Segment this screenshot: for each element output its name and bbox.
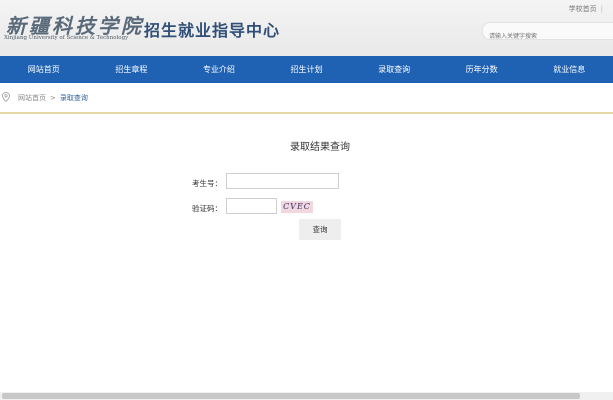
school-logo-english: Xinjiang University of Science & Technol… [4, 35, 129, 41]
main-nav: 网站首页 招生章程 专业介绍 招生计划 录取查询 历年分数 就业信息 [0, 56, 613, 83]
page-title: 录取结果查询 [290, 142, 350, 153]
search-box[interactable] [482, 22, 613, 45]
nav-item-majors[interactable]: 专业介绍 [175, 64, 263, 75]
search-input[interactable] [489, 28, 609, 45]
exam-number-label: 考生号： [192, 179, 222, 188]
breadcrumb-separator: > [50, 94, 56, 102]
scrollbar-thumb[interactable] [2, 393, 580, 399]
nav-item-admission-query[interactable]: 录取查询 [350, 64, 438, 75]
breadcrumb-current: 录取查询 [59, 94, 88, 102]
location-pin-icon [2, 92, 10, 102]
school-home-link[interactable]: 学校首页 [569, 4, 603, 14]
center-title: 招生就业指导中心 [144, 21, 281, 40]
horizontal-scrollbar[interactable] [0, 392, 613, 400]
exam-number-input[interactable] [226, 173, 339, 189]
captcha-label: 验证码： [192, 204, 222, 213]
nav-item-employment[interactable]: 就业信息 [525, 64, 613, 75]
breadcrumb-home-link[interactable]: 网站首页 [18, 94, 46, 102]
nav-item-past-scores[interactable]: 历年分数 [438, 64, 526, 75]
breadcrumb-bar: 网站首页 > 录取查询 [0, 83, 613, 114]
site-header: 新疆科技学院 Xinjiang University of Science & … [0, 0, 613, 56]
captcha-image[interactable]: CVEC [281, 201, 313, 213]
captcha-input[interactable] [226, 198, 277, 214]
nav-item-enrollment-plan[interactable]: 招生计划 [263, 64, 351, 75]
nav-item-admission-rules[interactable]: 招生章程 [88, 64, 176, 75]
breadcrumb: 网站首页 > 录取查询 [18, 93, 88, 103]
nav-item-home[interactable]: 网站首页 [0, 64, 88, 75]
query-button[interactable]: 查询 [299, 219, 341, 240]
